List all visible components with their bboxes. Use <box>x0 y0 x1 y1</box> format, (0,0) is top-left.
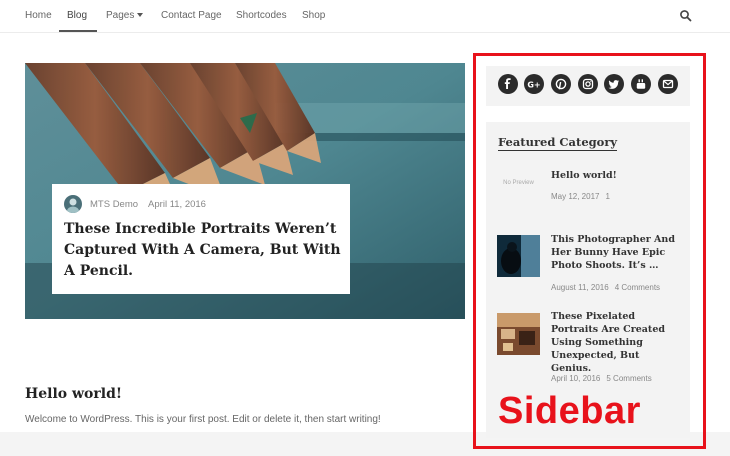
chevron-down-icon <box>137 13 144 18</box>
post-title[interactable]: Hello world! <box>25 386 122 402</box>
nav-item-shop[interactable]: Shop <box>302 10 325 21</box>
nav-item-shortcodes[interactable]: Shortcodes <box>236 10 287 21</box>
hero-post-meta: MTS Demo April 11, 2016 <box>90 199 206 210</box>
featured-item-title[interactable]: Hello world! <box>551 169 681 182</box>
featured-item-meta: August 11, 2016 4 Comments <box>551 283 660 292</box>
hero-featured-post[interactable]: MTS Demo April 11, 2016 These Incredible … <box>25 63 465 319</box>
featured-item-meta: April 10, 2016 5 Comments <box>551 374 652 383</box>
svg-text:G+: G+ <box>527 81 540 90</box>
post-excerpt: Welcome to WordPress. This is your first… <box>25 414 381 425</box>
featured-item-comments[interactable]: 1 <box>605 192 609 201</box>
author-avatar <box>64 195 82 213</box>
pinterest-icon[interactable] <box>551 74 571 94</box>
featured-item-meta: May 12, 2017 1 <box>551 192 610 201</box>
featured-item-date: April 10, 2016 <box>551 374 601 383</box>
featured-item-comments[interactable]: 4 Comments <box>615 283 660 292</box>
featured-item-comments[interactable]: 5 Comments <box>606 374 651 383</box>
top-navigation: Home Blog Pages Contact Page Shortcodes … <box>0 0 730 33</box>
featured-item-title[interactable]: This Photographer And Her Bunny Have Epi… <box>551 233 681 272</box>
hero-date: April 11, 2016 <box>148 199 206 210</box>
sidebar-annotation-label: Sidebar <box>498 390 641 432</box>
widget-heading: Featured Category <box>498 135 618 151</box>
hero-author[interactable]: MTS Demo <box>90 199 138 210</box>
nav-item-contact-page[interactable]: Contact Page <box>161 10 222 21</box>
no-preview-thumbnail[interactable]: No Preview <box>497 167 540 209</box>
nav-item-blog[interactable]: Blog <box>67 10 87 21</box>
featured-item-thumbnail[interactable] <box>497 313 540 355</box>
social-icons-widget: G+ <box>486 66 690 106</box>
hero-caption-card: MTS Demo April 11, 2016 These Incredible … <box>52 184 350 294</box>
nav-item-pages-label: Pages <box>106 10 135 21</box>
instagram-icon[interactable] <box>578 74 598 94</box>
hero-post-title[interactable]: These Incredible Portraits Weren’t Captu… <box>64 219 344 282</box>
active-nav-indicator <box>59 30 97 32</box>
twitter-icon[interactable] <box>604 74 624 94</box>
email-icon[interactable] <box>658 74 678 94</box>
featured-item-date: August 11, 2016 <box>551 283 609 292</box>
nav-item-home[interactable]: Home <box>25 10 52 21</box>
youtube-icon[interactable] <box>631 74 651 94</box>
featured-item-date: May 12, 2017 <box>551 192 600 201</box>
search-icon[interactable] <box>679 9 693 23</box>
facebook-icon[interactable] <box>498 74 518 94</box>
featured-item-thumbnail[interactable] <box>497 235 540 277</box>
featured-item-title[interactable]: These Pixelated Portraits Are Created Us… <box>551 310 681 375</box>
nav-item-pages[interactable]: Pages <box>106 10 144 21</box>
google-plus-icon[interactable]: G+ <box>524 74 544 94</box>
no-preview-label: No Preview <box>503 180 534 186</box>
